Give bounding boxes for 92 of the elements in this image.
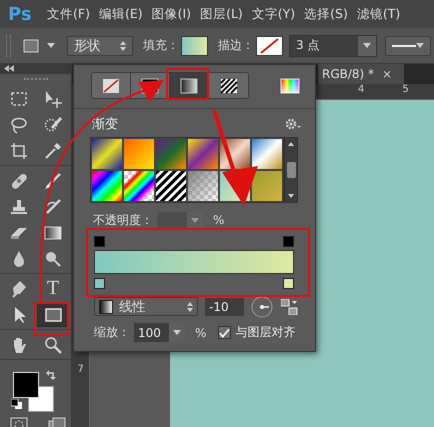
no-fill-icon [102, 78, 120, 94]
stroke-width-field[interactable]: 3 点 [289, 34, 377, 56]
document-tab[interactable]: RGB/8) * × [318, 64, 404, 84]
caret-icon [47, 43, 55, 48]
gradient-swatch[interactable] [251, 138, 283, 170]
fill-type-button[interactable] [209, 73, 248, 98]
scroll-thumb[interactable] [286, 162, 296, 178]
line-style-dropdown[interactable] [385, 36, 431, 56]
fill-swatch[interactable] [181, 36, 208, 56]
settings-icon [285, 118, 301, 130]
gradient-swatch[interactable] [251, 170, 283, 202]
brush-icon [44, 172, 62, 190]
lollipop-icon [44, 250, 62, 268]
mode-dropdown[interactable]: 形状 [67, 36, 133, 56]
highlight-box [34, 302, 69, 336]
app-logo: Ps [8, 4, 33, 24]
swap-icon [46, 370, 56, 380]
highlight-box [166, 68, 209, 100]
gradient-fill-icon [180, 78, 198, 94]
gradient-icon [44, 224, 62, 242]
fill-type-selector[interactable] [91, 72, 249, 99]
menu-item[interactable]: 滤镜(T) [356, 6, 400, 22]
opacity-label: 不透明度： [93, 212, 153, 228]
fill-label: 填充： [143, 37, 179, 54]
fill-type-button[interactable] [170, 73, 209, 98]
menu-item[interactable]: 编辑(E) [98, 6, 143, 22]
color-picker-icon [280, 78, 300, 94]
menu-item[interactable]: 文字(Y) [252, 6, 296, 22]
gradient-swatch[interactable] [123, 170, 155, 202]
up-down-icon [187, 302, 193, 312]
rectangle-icon [23, 38, 39, 52]
default-colors-icon [11, 399, 22, 410]
menu-item[interactable]: 文件(F) [47, 6, 90, 22]
checkbox-label: 与图层对齐 [235, 324, 296, 341]
angle-dial-icon [251, 296, 273, 318]
pattern-fill-icon [220, 78, 238, 94]
gradient-swatch[interactable] [91, 170, 123, 202]
gradient-style-dropdown[interactable]: 线性 [94, 297, 198, 316]
up-down-icon [120, 40, 126, 50]
eyedropper-icon [44, 142, 62, 160]
rectangle-icon [44, 306, 62, 324]
grip-handle[interactable] [24, 78, 48, 80]
crop-icon [10, 142, 28, 160]
dotted-brush-icon [44, 116, 62, 134]
gradient-swatch[interactable] [91, 138, 123, 170]
unit-label: % [195, 326, 206, 340]
fill-type-button[interactable] [92, 73, 131, 98]
align-checkbox[interactable] [218, 326, 232, 339]
menu-item[interactable]: 选择(S) [304, 6, 348, 22]
caret-icon [416, 43, 424, 48]
caret-icon [191, 218, 199, 222]
close-button[interactable]: × [382, 67, 392, 81]
section-title: 渐变 [92, 116, 118, 133]
dashed-square-icon [10, 90, 28, 108]
pen-icon [10, 280, 28, 298]
gradient-swatch[interactable] [155, 138, 187, 170]
menu-item[interactable]: 图像(I) [152, 6, 192, 22]
up-arrow-icon [288, 142, 294, 146]
magnifier-icon [44, 336, 62, 354]
ruler-label: 5 [402, 84, 409, 95]
reverse-icon [281, 298, 298, 314]
gradient-swatch[interactable] [123, 138, 155, 170]
opacity-field[interactable] [157, 212, 203, 228]
grip-handle[interactable] [6, 34, 11, 56]
scale-field[interactable]: 100 [134, 323, 185, 342]
scrollbar[interactable] [284, 137, 298, 203]
lasso-icon [10, 116, 28, 134]
color-stop[interactable] [94, 278, 105, 289]
gradient-bar[interactable] [94, 250, 294, 274]
screen-mode-icon [48, 417, 66, 427]
brush-icon [44, 198, 62, 216]
stamp-icon [10, 198, 28, 216]
caret-icon [363, 43, 371, 48]
stroke-swatch[interactable] [256, 36, 283, 56]
angle-field[interactable]: -10 [205, 298, 244, 316]
line-icon [392, 44, 416, 48]
stroke-label: 描边： [218, 37, 254, 54]
scale-label: 缩放： [94, 324, 130, 341]
tool-button[interactable]: T [37, 276, 69, 302]
menu-item[interactable]: 图层(L) [200, 6, 243, 22]
color-swatches-icon [13, 372, 55, 414]
gradient-swatch[interactable] [155, 170, 187, 202]
gradient-swatch[interactable] [187, 170, 219, 202]
move-icon [44, 90, 62, 108]
color-stop[interactable] [283, 278, 294, 289]
caret-icon [173, 330, 181, 335]
gradient-swatch[interactable] [187, 138, 219, 170]
ruler-label: 4 [358, 84, 364, 95]
down-arrow-icon [288, 194, 294, 198]
checkmark-icon [219, 328, 230, 338]
ruler-label: 7 [76, 364, 85, 375]
unit-label: % [213, 213, 224, 227]
